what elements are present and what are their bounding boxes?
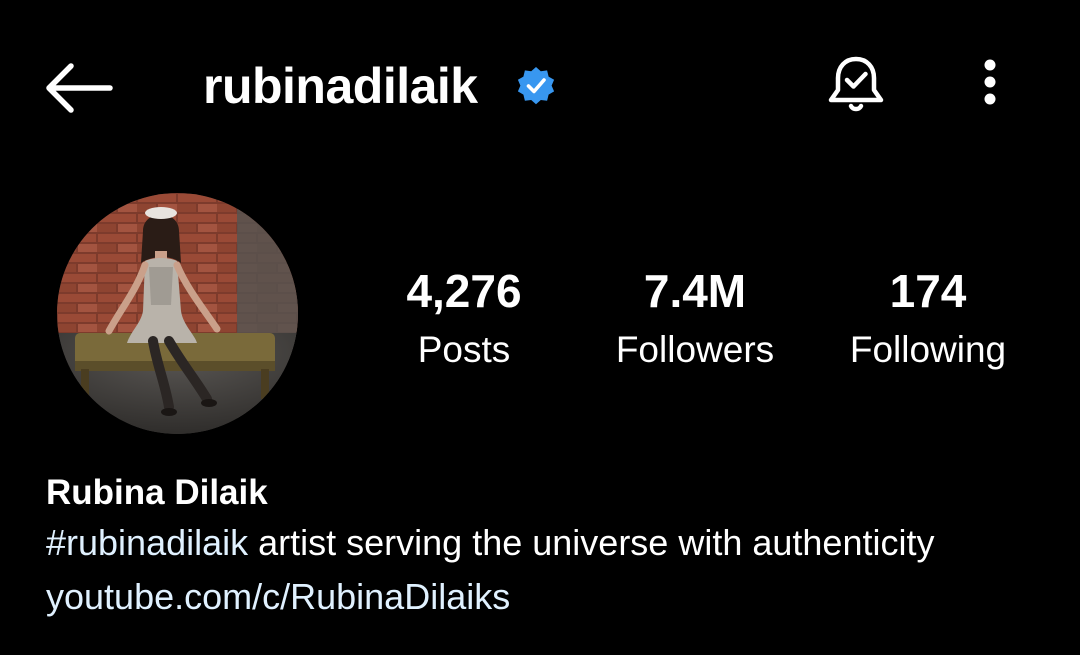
posts-label: Posts <box>417 329 511 370</box>
profile-header: rubinadilaik <box>0 0 1080 170</box>
bio-hashtag-link[interactable]: #rubinadilaik <box>46 522 248 563</box>
bio-text: artist serving the universe with authent… <box>248 522 935 563</box>
followers-count[interactable]: 7.4M Followers <box>600 262 790 378</box>
following-value: 174 <box>889 265 967 317</box>
posts-value: 4,276 <box>406 265 522 317</box>
profile-username: rubinadilaik <box>203 58 478 114</box>
following-label: Following <box>849 329 1007 370</box>
following-count[interactable]: 174 Following <box>836 262 1020 378</box>
notifications-button[interactable] <box>822 50 890 118</box>
posts-count[interactable]: 4,276 Posts <box>384 262 544 378</box>
profile-photo <box>57 193 298 434</box>
arrow-left-icon <box>46 63 113 113</box>
bio-website-link[interactable]: youtube.com/c/RubinaDilaiks <box>46 570 1056 624</box>
verified-badge-icon <box>517 67 555 105</box>
bell-check-icon <box>828 56 884 112</box>
bio-text-line: #rubinadilaik artist serving the univers… <box>46 516 1056 570</box>
more-vertical-icon <box>984 59 996 105</box>
profile-full-name: Rubina Dilaik <box>46 473 268 512</box>
followers-value: 7.4M <box>643 265 747 317</box>
profile-bio: Rubina Dilaik #rubinadilaik artist servi… <box>46 470 1056 624</box>
back-button[interactable] <box>40 55 116 119</box>
profile-avatar[interactable] <box>57 193 298 434</box>
more-options-button[interactable] <box>968 55 1012 115</box>
followers-label: Followers <box>615 329 775 370</box>
